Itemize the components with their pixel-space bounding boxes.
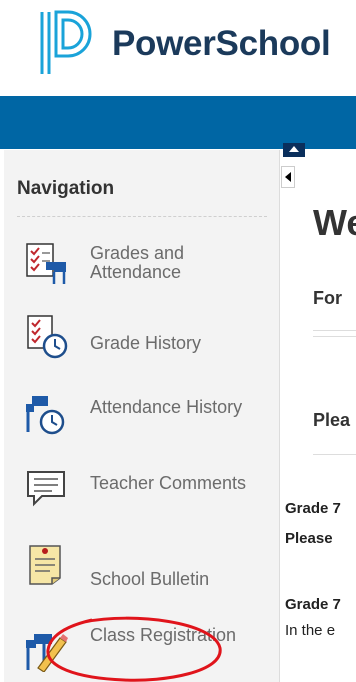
sidebar-item-label: School Bulletin	[90, 569, 210, 589]
grades-attendance-icon	[26, 243, 66, 284]
section-heading: For	[313, 288, 342, 308]
sidebar-item-label: Class Registration	[90, 625, 237, 645]
divider	[313, 330, 356, 331]
sidebar: Navigation Grades and Attendance Grade H…	[4, 150, 280, 682]
main-content: We For Plea Grade 7 Please Grade 7 In th…	[281, 150, 356, 682]
school-bulletin-icon	[29, 545, 61, 585]
class-registration-icon	[26, 634, 68, 672]
content-text: Please	[285, 530, 333, 547]
content-text: Grade 7	[285, 500, 341, 517]
section-heading: Plea	[313, 410, 351, 430]
sidebar-item-label: Grades and Attendance	[90, 243, 185, 282]
sidebar-item-label: Teacher Comments	[90, 473, 247, 493]
nav-divider	[17, 216, 267, 217]
sidebar-item-school-bulletin[interactable]: School Bulletin	[4, 542, 274, 606]
header: PowerSchool	[0, 0, 356, 96]
content-text: Grade 7	[285, 596, 341, 613]
brand-name: PowerSchool	[112, 24, 331, 63]
top-navigation-bar	[0, 96, 356, 149]
sidebar-item-grade-history[interactable]: Grade History	[4, 312, 274, 376]
sidebar-item-attendance-history[interactable]: Attendance History	[4, 386, 274, 450]
attendance-history-icon	[26, 396, 65, 435]
page-title: We	[313, 202, 356, 243]
sidebar-item-teacher-comments[interactable]: Teacher Comments	[4, 460, 274, 524]
sidebar-item-class-registration[interactable]: Class Registration	[4, 618, 274, 682]
divider	[313, 454, 356, 455]
content-text: In the e	[285, 622, 336, 639]
sidebar-item-grades-and-attendance[interactable]: Grades and Attendance	[4, 240, 274, 304]
divider	[313, 336, 356, 337]
sidebar-item-label: Attendance History	[90, 397, 243, 417]
sidebar-item-label: Grade History	[90, 333, 202, 353]
nav-title: Navigation	[17, 178, 115, 199]
powerschool-logo-icon[interactable]	[38, 10, 96, 76]
teacher-comments-icon	[27, 471, 65, 507]
grade-history-icon	[27, 315, 68, 359]
